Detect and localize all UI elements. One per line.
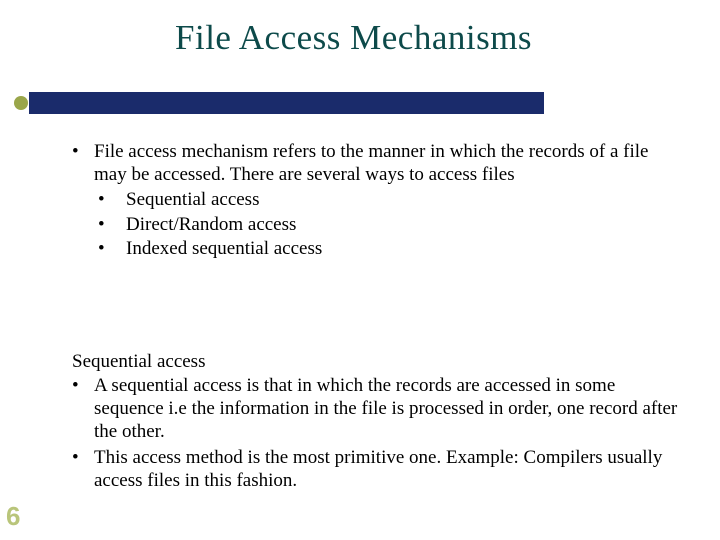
list-item: • Direct/Random access	[98, 213, 680, 236]
bullet-icon: •	[98, 213, 126, 236]
page-number: 6	[6, 501, 20, 532]
bullet-icon: •	[72, 140, 94, 186]
bullet-icon: •	[72, 374, 94, 444]
bullet-icon: •	[98, 188, 126, 211]
bullet-icon: •	[72, 446, 94, 492]
access-type-0: Sequential access	[126, 188, 680, 211]
access-type-1: Direct/Random access	[126, 213, 680, 236]
intro-text: File access mechanism refers to the mann…	[94, 140, 680, 186]
list-item: • A sequential access is that in which t…	[72, 374, 680, 444]
section-point-0: A sequential access is that in which the…	[94, 374, 680, 444]
list-item: • This access method is the most primiti…	[72, 446, 680, 492]
accent-bar	[29, 92, 544, 114]
section-heading: Sequential access	[72, 350, 680, 373]
accent-dot-icon	[14, 96, 28, 110]
bullet-icon: •	[98, 237, 126, 260]
list-item: • Indexed sequential access	[98, 237, 680, 260]
intro-bullet: • File access mechanism refers to the ma…	[72, 140, 680, 186]
section-point-1: This access method is the most primitive…	[94, 446, 680, 492]
slide-body: • File access mechanism refers to the ma…	[72, 140, 680, 494]
access-types-list: • Sequential access • Direct/Random acce…	[98, 188, 680, 260]
access-type-2: Indexed sequential access	[126, 237, 680, 260]
sequential-section: Sequential access • A sequential access …	[72, 350, 680, 492]
list-item: • Sequential access	[98, 188, 680, 211]
slide-title: File Access Mechanisms	[0, 0, 720, 58]
slide: File Access Mechanisms • File access mec…	[0, 0, 720, 540]
